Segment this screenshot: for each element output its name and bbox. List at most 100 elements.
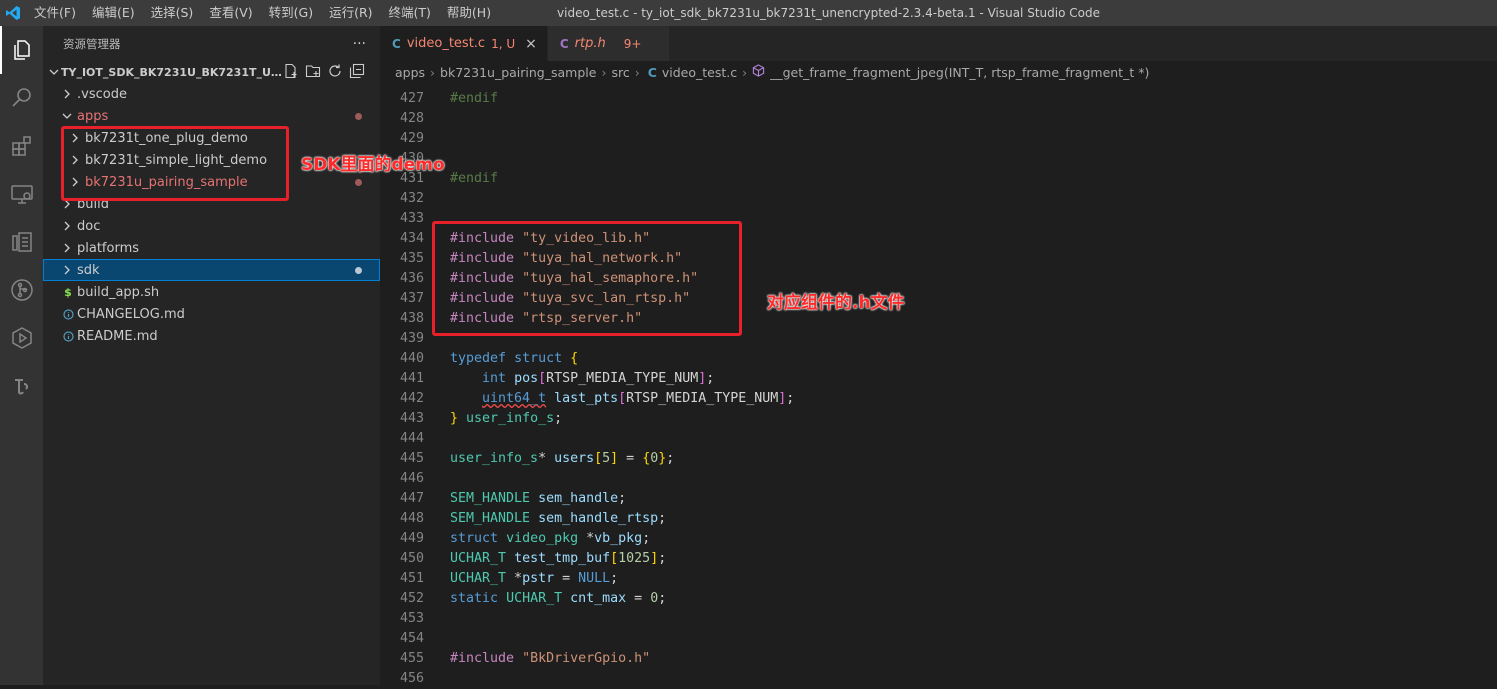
menu-file[interactable]: 文件(F)	[26, 0, 84, 26]
chevron-right-icon	[59, 265, 75, 275]
breadcrumb: apps › bk7231u_pairing_sample › src › C …	[380, 61, 1497, 83]
clipboard-icon[interactable]	[0, 218, 43, 266]
file-tree: .vscode apps bk7231t_one_plug_demo bk723…	[43, 83, 380, 347]
code-line[interactable]: 450 UCHAR_T test_tmp_buf[1025];	[380, 549, 1497, 569]
tree-item-build-app-sh[interactable]: $ build_app.sh	[43, 281, 380, 303]
collapse-all-icon[interactable]	[349, 63, 365, 82]
code-line[interactable]: 455 #include "BkDriverGpio.h"	[380, 649, 1497, 669]
code-line[interactable]: 456	[380, 669, 1497, 689]
run-debug-icon[interactable]	[0, 314, 43, 362]
code-text: uint64_t last_pts[RTSP_MEDIA_TYPE_NUM];	[482, 391, 795, 406]
code-line[interactable]: 449 struct video_pkg *vb_pkg;	[380, 529, 1497, 549]
menu-edit[interactable]: 编辑(E)	[84, 0, 143, 26]
menu-go[interactable]: 转到(G)	[261, 0, 321, 26]
code-line[interactable]: 432	[380, 189, 1497, 209]
search-icon[interactable]	[0, 74, 43, 122]
chevron-right-icon: ›	[634, 64, 640, 80]
tree-item-doc[interactable]: doc	[43, 215, 380, 237]
line-number: 444	[399, 431, 424, 446]
menu-selection[interactable]: 选择(S)	[143, 0, 202, 26]
menu-terminal[interactable]: 终端(T)	[381, 0, 439, 26]
source-control-icon[interactable]	[0, 266, 43, 314]
code-line[interactable]: 453	[380, 609, 1497, 629]
modified-dot	[355, 267, 362, 274]
code-line[interactable]: 428	[380, 109, 1497, 129]
chevron-right-icon	[59, 221, 75, 231]
line-number: 447	[399, 491, 424, 506]
line-number: 445	[399, 451, 424, 466]
code-line[interactable]: 445 user_info_s* users[5] = {0};	[380, 449, 1497, 469]
tree-item-vscode[interactable]: .vscode	[43, 83, 380, 105]
code-text: #include "BkDriverGpio.h"	[450, 651, 651, 666]
tab-problem-badge: 1, U	[491, 36, 516, 51]
breadcrumb-item[interactable]: bk7231u_pairing_sample	[440, 65, 596, 80]
tree-item-readme[interactable]: README.md	[43, 325, 380, 347]
tree-item-changelog[interactable]: CHANGELOG.md	[43, 303, 380, 325]
close-icon[interactable]: ×	[525, 36, 537, 52]
chevron-down-icon	[59, 111, 75, 121]
code-text: UCHAR_T *pstr = NULL;	[450, 571, 619, 586]
editor-tabs: C video_test.c 1, U × C rtp.h 9+	[380, 26, 1497, 61]
code-line[interactable]: 448 SEM_HANDLE sem_handle_rtsp;	[380, 509, 1497, 529]
new-file-icon[interactable]	[283, 63, 299, 82]
line-number: 452	[399, 591, 424, 606]
code-line[interactable]: 447 SEM_HANDLE sem_handle;	[380, 489, 1497, 509]
remote-explorer-icon[interactable]	[0, 170, 43, 218]
activity-bar	[0, 26, 43, 685]
chevron-right-icon	[59, 243, 75, 253]
code-line[interactable]: 446	[380, 469, 1497, 489]
refresh-icon[interactable]	[327, 63, 343, 82]
code-line[interactable]: 451 UCHAR_T *pstr = NULL;	[380, 569, 1497, 589]
code-line[interactable]: 429	[380, 129, 1497, 149]
line-number: 441	[399, 371, 424, 386]
new-folder-icon[interactable]	[305, 63, 321, 82]
breadcrumb-item[interactable]: apps	[395, 65, 425, 80]
code-line[interactable]: 442 uint64_t last_pts[RTSP_MEDIA_TYPE_NU…	[380, 389, 1497, 409]
workspace-section-header[interactable]: TY_IOT_SDK_BK7231U_BK7231T_UNENC...	[43, 61, 380, 83]
line-number: 429	[399, 131, 424, 146]
line-number: 442	[399, 391, 424, 406]
tree-item-apps[interactable]: apps	[43, 105, 380, 127]
tree-item-label: build_app.sh	[77, 284, 160, 300]
code-line[interactable]: 427 #endif	[380, 89, 1497, 109]
code-line[interactable]: 431 #endif	[380, 169, 1497, 189]
tab-video-test-c[interactable]: C video_test.c 1, U ×	[380, 26, 548, 61]
code-line[interactable]: 454	[380, 629, 1497, 649]
breadcrumb-item[interactable]: __get_frame_fragment_jpeg(INT_T, rtsp_fr…	[770, 65, 1149, 80]
line-number: 450	[399, 551, 424, 566]
code-text: int pos[RTSP_MEDIA_TYPE_NUM];	[482, 371, 715, 386]
vscode-logo-icon	[0, 0, 26, 26]
line-number: 432	[399, 191, 424, 206]
sidebar-header: 资源管理器 ···	[43, 26, 380, 61]
code-text: SEM_HANDLE sem_handle;	[450, 491, 627, 506]
tree-item-platforms[interactable]: platforms	[43, 237, 380, 259]
code-line[interactable]: 452 static UCHAR_T cnt_max = 0;	[380, 589, 1497, 609]
tree-item-label: README.md	[77, 328, 158, 344]
code-line[interactable]: 441 int pos[RTSP_MEDIA_TYPE_NUM];	[380, 369, 1497, 389]
chevron-right-icon	[59, 89, 75, 99]
tree-item-label: CHANGELOG.md	[77, 306, 185, 322]
menu-run[interactable]: 运行(R)	[321, 0, 380, 26]
code-line[interactable]: 430	[380, 149, 1497, 169]
demo-annotation: SDK里面的demo	[301, 155, 445, 175]
breadcrumb-item[interactable]: src	[611, 65, 629, 80]
tree-item-label: platforms	[77, 240, 140, 256]
menu-help[interactable]: 帮助(H)	[439, 0, 499, 26]
tab-label: rtp.h	[574, 36, 606, 51]
code-line[interactable]: 444	[380, 429, 1497, 449]
extensions-icon[interactable]	[0, 122, 43, 170]
tab-rtp-h[interactable]: C rtp.h 9+	[547, 26, 671, 61]
tab-problem-badge: 9+	[623, 36, 642, 51]
tuya-icon[interactable]	[0, 362, 43, 410]
code-line[interactable]: 440 typedef struct {	[380, 349, 1497, 369]
chevron-right-icon: ›	[742, 64, 748, 80]
menu-view[interactable]: 查看(V)	[201, 0, 260, 26]
editor-area: C video_test.c 1, U × C rtp.h 9+ apps › …	[380, 26, 1497, 686]
code-line[interactable]: 443} user_info_s;	[380, 409, 1497, 429]
tree-item-sdk[interactable]: sdk	[43, 259, 380, 281]
more-actions-icon[interactable]: ···	[353, 36, 366, 52]
line-number: 453	[399, 611, 424, 626]
code-editor[interactable]: 427 #endif 428 429 430 431 #endif 432 433 434 #inc…	[380, 89, 1497, 689]
breadcrumb-item[interactable]: video_test.c	[662, 65, 737, 80]
explorer-icon[interactable]	[0, 26, 43, 74]
